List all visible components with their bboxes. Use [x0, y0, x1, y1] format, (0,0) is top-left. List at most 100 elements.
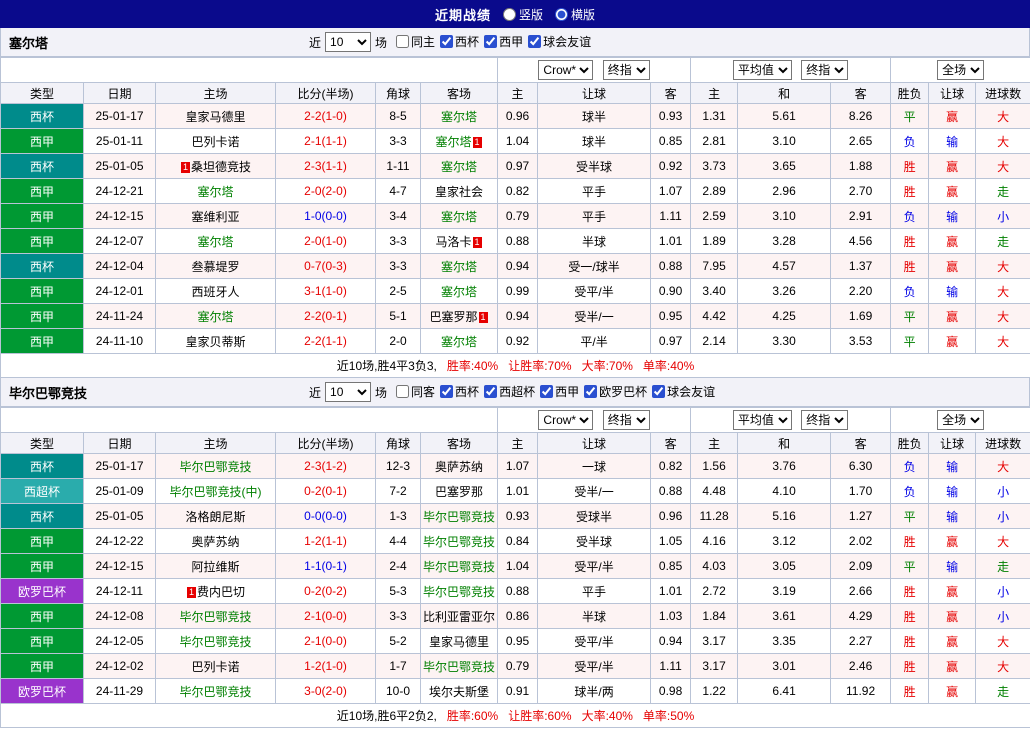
avg-away-odds: 1.37	[831, 254, 891, 279]
odds-source-select[interactable]: Crow*	[538, 410, 593, 430]
avg-draw-odds: 5.16	[738, 504, 831, 529]
team-link[interactable]: 塞尔塔	[197, 235, 233, 249]
team-link[interactable]: 费内巴切	[197, 585, 245, 599]
team-link[interactable]: 西班牙人	[191, 285, 239, 299]
team-link[interactable]: 巴塞罗那	[435, 485, 483, 499]
league-filter-checkbox[interactable]: 同主	[396, 33, 435, 50]
home-team: 巴列卡诺	[156, 654, 276, 679]
home-team: 毕尔巴鄂竞技	[156, 679, 276, 704]
scope-select[interactable]: 全场	[937, 410, 984, 430]
team-link[interactable]: 奥萨苏纳	[191, 535, 239, 549]
team-link[interactable]: 塞尔塔	[441, 210, 477, 224]
filters: 近 10 场 同客西杯西超杯西甲欧罗巴杯球会友谊	[309, 382, 715, 402]
away-team: 塞尔塔	[421, 279, 498, 304]
team-link[interactable]: 桑坦德竞技	[191, 160, 251, 174]
home-odds: 0.84	[498, 529, 538, 554]
team-link[interactable]: 塞尔塔	[436, 135, 472, 149]
team-link[interactable]: 塞尔塔	[441, 335, 477, 349]
layout-vertical-radio[interactable]	[503, 8, 516, 21]
team-link[interactable]: 毕尔巴鄂竞技	[423, 560, 495, 574]
team-link[interactable]: 毕尔巴鄂竞技	[423, 535, 495, 549]
team-link[interactable]: 皇家社会	[435, 185, 483, 199]
team-link[interactable]: 埃尔夫斯堡	[429, 685, 489, 699]
layout-option-vertical[interactable]: 竖版	[503, 6, 543, 23]
team-link[interactable]: 奥萨苏纳	[435, 460, 483, 474]
scope-select[interactable]: 全场	[937, 60, 984, 80]
away-team: 塞尔塔	[421, 104, 498, 129]
avg-time-select[interactable]: 终指	[801, 410, 848, 430]
result-outcome: 胜	[891, 529, 929, 554]
league-filter-checkbox[interactable]: 球会友谊	[528, 33, 591, 50]
team-link[interactable]: 塞尔塔	[441, 285, 477, 299]
team-link[interactable]: 毕尔巴鄂竞技	[179, 685, 251, 699]
column-header: 角球	[376, 83, 421, 104]
league-filter-checkbox[interactable]: 西超杯	[484, 383, 535, 400]
team-link[interactable]: 洛格朗尼斯	[185, 510, 245, 524]
team-link[interactable]: 毕尔巴鄂竞技	[179, 610, 251, 624]
team-link[interactable]: 皇家马德里	[429, 635, 489, 649]
handicap: 球半/两	[538, 679, 651, 704]
team-link[interactable]: 塞尔塔	[441, 260, 477, 274]
games-count-select[interactable]: 10	[325, 32, 371, 52]
team-link[interactable]: 塞尔塔	[197, 185, 233, 199]
avg-source-select[interactable]: 平均值	[733, 60, 792, 80]
league-filter-checkbox[interactable]: 西甲	[484, 33, 523, 50]
odds-time-select[interactable]: 终指	[603, 60, 650, 80]
team-link[interactable]: 阿拉维斯	[191, 560, 239, 574]
league-filter-checkbox[interactable]: 欧罗巴杯	[584, 383, 647, 400]
team-link[interactable]: 巴塞罗那	[430, 310, 478, 324]
league-filter-checkbox-input[interactable]	[396, 35, 409, 48]
league-filter-checkbox-input[interactable]	[484, 385, 497, 398]
away-team: 毕尔巴鄂竞技	[421, 579, 498, 604]
away-team: 奥萨苏纳	[421, 454, 498, 479]
league-filter-checkbox-input[interactable]	[440, 35, 453, 48]
team-link[interactable]: 叁慕堤罗	[191, 260, 239, 274]
games-count-select[interactable]: 10	[325, 382, 371, 402]
team-link[interactable]: 毕尔巴鄂竞技	[179, 460, 251, 474]
avg-time-select[interactable]: 终指	[801, 60, 848, 80]
result-outcome: 胜	[891, 179, 929, 204]
league-filter-checkbox[interactable]: 西杯	[440, 383, 479, 400]
column-header: 客	[831, 433, 891, 454]
league-filter-checkbox[interactable]: 同客	[396, 383, 435, 400]
team-link[interactable]: 皇家马德里	[185, 110, 245, 124]
league-filter-checkbox[interactable]: 球会友谊	[652, 383, 715, 400]
team-link[interactable]: 塞尔塔	[197, 310, 233, 324]
odds-time-select[interactable]: 终指	[603, 410, 650, 430]
league-filter-checkbox-input[interactable]	[584, 385, 597, 398]
league-type-badge: 西甲	[1, 229, 84, 254]
team-link[interactable]: 巴列卡诺	[191, 135, 239, 149]
layout-option-horizontal[interactable]: 横版	[555, 6, 595, 23]
team-link[interactable]: 毕尔巴鄂竞技	[179, 635, 251, 649]
team-link[interactable]: 塞尔塔	[441, 110, 477, 124]
team-link[interactable]: 塞尔塔	[441, 160, 477, 174]
team-link[interactable]: 比利亚雷亚尔	[423, 610, 495, 624]
league-filter-checkbox[interactable]: 西甲	[540, 383, 579, 400]
league-type-badge: 西甲	[1, 604, 84, 629]
league-filter-checkbox-input[interactable]	[652, 385, 665, 398]
avg-source-select[interactable]: 平均值	[733, 410, 792, 430]
away-team: 毕尔巴鄂竞技	[421, 554, 498, 579]
team-link[interactable]: 皇家贝蒂斯	[185, 335, 245, 349]
team-name: 塞尔塔	[9, 33, 48, 52]
team-link[interactable]: 巴列卡诺	[191, 660, 239, 674]
league-filter-checkbox-input[interactable]	[484, 35, 497, 48]
result-goals: 小	[976, 204, 1030, 229]
team-link[interactable]: 马洛卡	[436, 235, 472, 249]
league-filter-checkbox-input[interactable]	[396, 385, 409, 398]
league-filter-checkbox-input[interactable]	[440, 385, 453, 398]
team-link[interactable]: 毕尔巴鄂竞技	[423, 510, 495, 524]
layout-horizontal-radio[interactable]	[555, 8, 568, 21]
match-date: 24-11-10	[84, 329, 156, 354]
team-link[interactable]: 毕尔巴鄂竞技	[423, 585, 495, 599]
odds-source-select[interactable]: Crow*	[538, 60, 593, 80]
handicap: 受球半	[538, 504, 651, 529]
team-link[interactable]: 塞维利亚	[191, 210, 239, 224]
handicap: 平手	[538, 579, 651, 604]
league-filter-checkbox-input[interactable]	[540, 385, 553, 398]
team-link[interactable]: 毕尔巴鄂竞技(中)	[170, 485, 262, 499]
team-link[interactable]: 毕尔巴鄂竞技	[423, 660, 495, 674]
league-filter-checkbox[interactable]: 西杯	[440, 33, 479, 50]
away-odds: 1.01	[651, 579, 691, 604]
league-filter-checkbox-input[interactable]	[528, 35, 541, 48]
